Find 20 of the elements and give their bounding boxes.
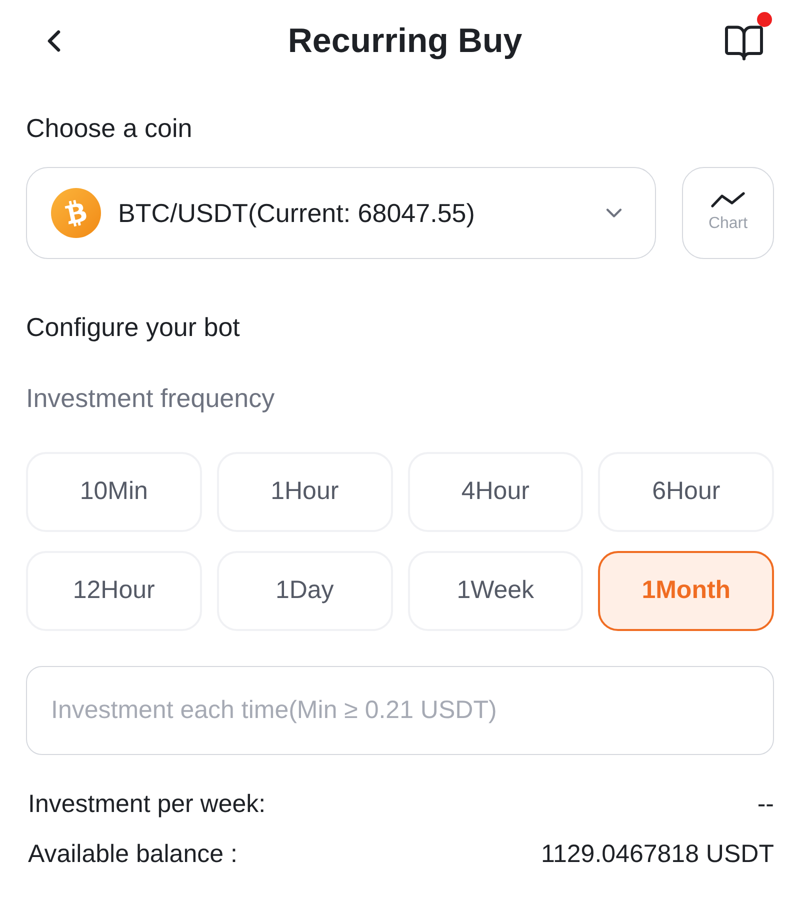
frequency-option[interactable]: 6Hour	[598, 452, 774, 532]
bitcoin-icon	[51, 188, 101, 238]
frequency-option[interactable]: 10Min	[26, 452, 202, 532]
frequency-option[interactable]: 1Hour	[216, 452, 392, 532]
coin-selector[interactable]: BTC/USDT(Current: 68047.55)	[26, 167, 656, 259]
frequency-label: Investment frequency	[26, 382, 275, 414]
summary-value: 1129.0467818 USDT	[540, 839, 774, 870]
coin-section-heading: Choose a coin	[26, 112, 192, 144]
frequency-option[interactable]: 1Day	[216, 551, 392, 631]
summary-value: --	[757, 789, 774, 820]
line-chart-icon	[711, 192, 745, 208]
frequency-option[interactable]: 4Hour	[408, 452, 584, 532]
frequency-option[interactable]: 1Week	[408, 551, 584, 631]
investment-amount-input[interactable]: Investment each time(Min ≥ 0.21 USDT)	[26, 666, 774, 755]
summary-label: Available balance :	[28, 839, 238, 870]
selected-pair: BTC/USDT(Current: 68047.55)	[118, 197, 475, 229]
page-title: Recurring Buy	[288, 21, 522, 61]
config-section-heading: Configure your bot	[26, 311, 240, 343]
summary-label: Investment per week:	[28, 789, 266, 820]
frequency-option[interactable]: 12Hour	[26, 551, 202, 631]
